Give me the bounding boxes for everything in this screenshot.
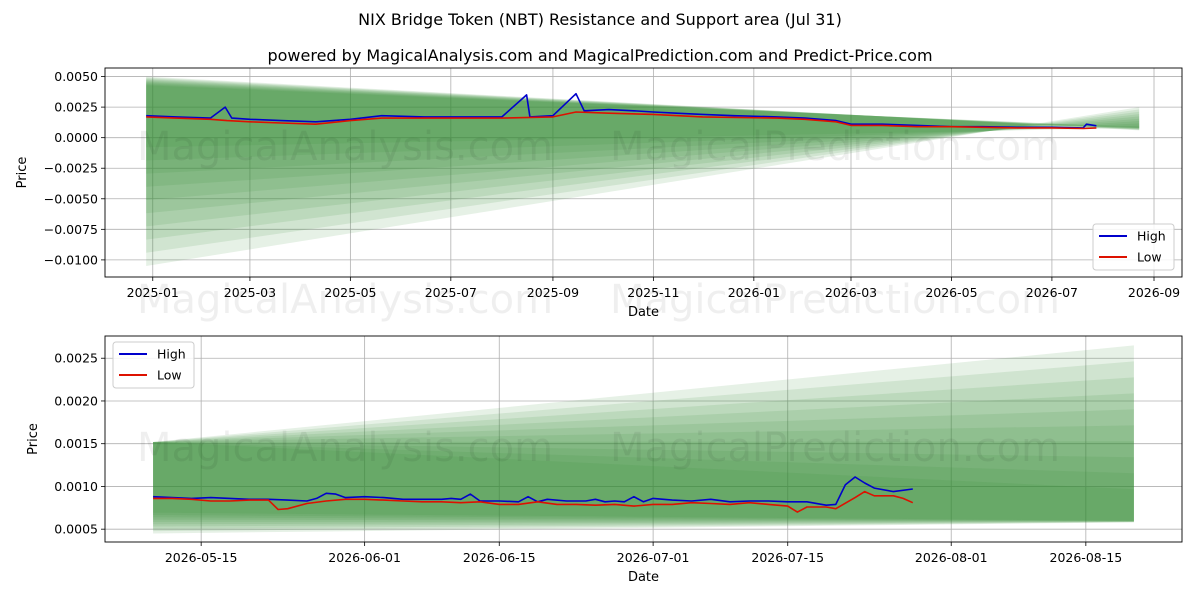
y-axis-label: Price [15,157,30,189]
y-tick-label: 0.0005 [54,522,98,537]
x-tick-label: 2026-08-15 [1050,550,1123,565]
x-tick-label: 2026-05-15 [165,550,238,565]
chart-panel-1: 2025-01 2025-03 2025-05 2025-07 2025-09 2025-… [15,67,1183,323]
y-tick-label: 0.0020 [54,393,98,408]
x-tick-label: 2026-08-01 [915,550,988,565]
legend: High Low [1092,223,1175,271]
y-tick-label: −0.0100 [44,252,98,267]
legend: High Low [112,341,195,389]
watermark: MagicalPrediction.com [610,124,1060,170]
y-tick-label: 0.0050 [54,69,98,84]
watermark: MagicalPrediction.com [610,425,1060,471]
y-tick-label: 0.0000 [54,130,98,145]
y-tick-label: 0.0010 [54,479,98,494]
y-tick-label: −0.0050 [44,191,98,206]
watermark: MagicalPrediction.com [610,277,1060,323]
y-tick-label: 0.0025 [54,351,98,366]
x-tick-label: 2026-06-01 [328,550,401,565]
x-tick-label: 2026-07-15 [751,550,824,565]
watermark: MagicalAnalysis.com [137,124,553,170]
y-tick-label: −0.0025 [44,161,98,176]
y-tick-label: 0.0015 [54,436,98,451]
x-tick-label: 2026-09 [1128,285,1180,300]
watermark: MagicalAnalysis.com [137,425,553,471]
y-tick-label: 0.0025 [54,100,98,115]
y-axis-label: Price [26,423,41,455]
chart-panel-2: 2026-05-15 2026-06-01 2026-06-15 2026-07-01… [26,335,1183,585]
watermark: MagicalAnalysis.com [137,277,553,323]
y-tick-label: −0.0075 [44,222,98,237]
legend-label-high: High [1137,229,1166,244]
x-tick-label: 2026-06-15 [463,550,536,565]
legend-label-high: High [157,347,186,362]
legend-label-low: Low [157,368,182,383]
x-axis-label: Date [628,305,659,320]
x-axis-label: Date [628,570,659,585]
chart-canvas: 2025-01 2025-03 2025-05 2025-07 2025-09 2025-… [15,67,1183,585]
legend-label-low: Low [1137,250,1162,265]
x-tick-label: 2026-07-01 [617,550,690,565]
